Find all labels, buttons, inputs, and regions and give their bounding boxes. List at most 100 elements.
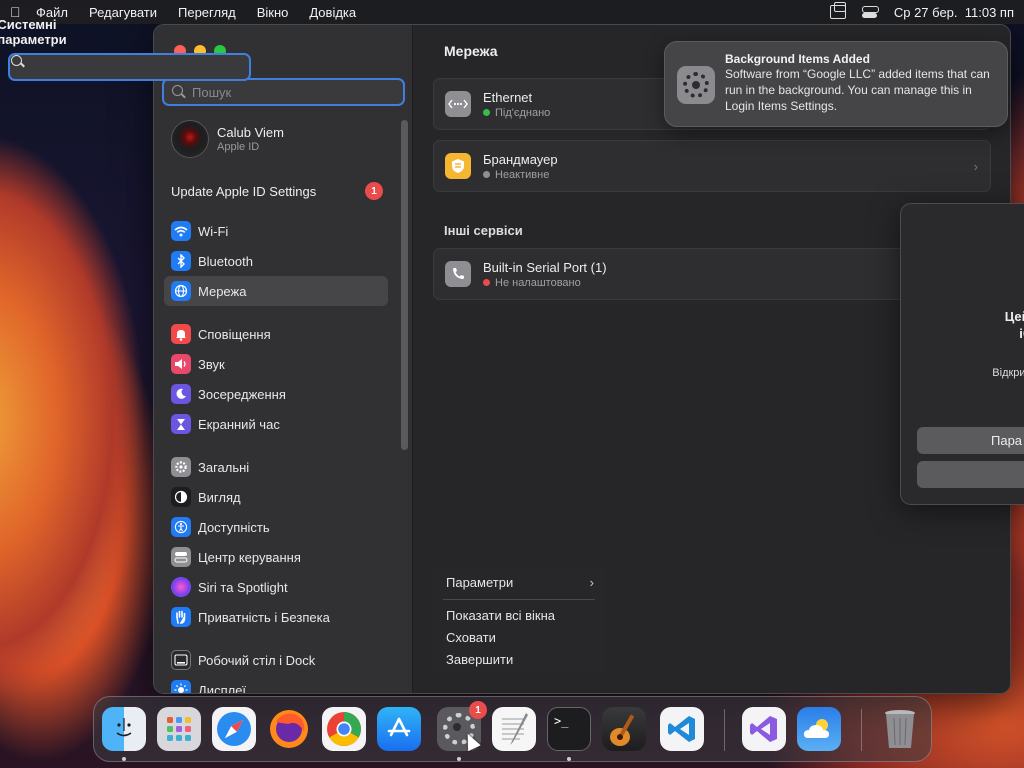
- sidebar-item-displays[interactable]: Дисплеї: [164, 675, 388, 694]
- sidebar-search[interactable]: [162, 78, 405, 106]
- trash-icon[interactable]: [878, 707, 922, 751]
- avatar: [171, 120, 209, 158]
- sidebar-item-desktop-dock[interactable]: Робочий стіл і Dock: [164, 645, 388, 675]
- sidebar-scrollbar[interactable]: [401, 120, 408, 450]
- sidebar-item-label: Мережа: [198, 283, 247, 299]
- menu-item-show-all-windows[interactable]: Показати всі вікна: [446, 608, 555, 623]
- sidebar-item-label: Центр керування: [198, 549, 301, 565]
- weather-icon[interactable]: [797, 707, 841, 751]
- sidebar-item-label: Звук: [198, 356, 225, 372]
- sidebar-item-wifi[interactable]: Wi-Fi: [164, 216, 388, 246]
- notification-body: Software from “Google LLC” added items t…: [725, 67, 990, 113]
- menu-item-quit[interactable]: Завершити: [446, 652, 513, 667]
- hourglass-icon: [171, 414, 191, 434]
- sidebar-item-label: Вигляд: [198, 489, 241, 505]
- sidebar-item-label: Приватність і Безпека: [198, 609, 330, 625]
- menu-edit[interactable]: Редагувати: [89, 5, 157, 20]
- control-center-icon[interactable]: [861, 5, 879, 19]
- menu-window[interactable]: Вікно: [257, 5, 289, 20]
- sidebar-item-sound[interactable]: Звук: [164, 349, 388, 379]
- dialog-message: Цей Mac не iCloud ч «re579: [941, 308, 1024, 359]
- notification-banner[interactable]: Background Items Added Software from “Go…: [664, 41, 1008, 127]
- search-icon: [172, 85, 186, 99]
- sidebar-item-control-center[interactable]: Центр керування: [164, 542, 388, 572]
- system-settings-icon: [677, 66, 715, 104]
- menu-app-name[interactable]: Системні параметри: [0, 10, 67, 54]
- dialog-line: Цей Mac не: [1004, 309, 1024, 324]
- finder-icon[interactable]: [102, 707, 146, 751]
- sidebar-item-screen-time[interactable]: Екранний час: [164, 409, 388, 439]
- chevron-right-icon: ›: [589, 575, 594, 590]
- dock: 1 >_: [93, 696, 932, 762]
- launchpad-icon[interactable]: [157, 707, 201, 751]
- sidebar-item-label: Зосередження: [198, 386, 286, 402]
- service-firewall[interactable]: Брандмауер Неактивне ›: [433, 140, 991, 192]
- phone-icon: [445, 261, 471, 287]
- spotlight-icon[interactable]: [8, 53, 251, 81]
- globe-icon: [171, 281, 191, 301]
- sidebar-item-network[interactable]: Мережа: [164, 276, 388, 306]
- search-input[interactable]: [192, 84, 392, 100]
- update-label: Update Apple ID Settings: [171, 183, 317, 199]
- menu-help[interactable]: Довідка: [309, 5, 356, 20]
- page-title: Мережа: [444, 43, 498, 59]
- firefox-icon[interactable]: [267, 707, 311, 751]
- dialog-line: iCloud ч: [1019, 326, 1024, 341]
- dialog-open-settings-button[interactable]: Пара: [917, 427, 1024, 454]
- dock-icon: [171, 650, 191, 670]
- vscode-icon[interactable]: [660, 707, 704, 751]
- hand-icon: [171, 607, 191, 627]
- menu-view[interactable]: Перегляд: [178, 5, 236, 20]
- screen-mirroring-icon[interactable]: [829, 2, 846, 19]
- terminal-icon[interactable]: >_: [547, 707, 591, 751]
- sidebar-item-label: Доступність: [198, 519, 270, 535]
- menu-separator: [443, 599, 595, 600]
- sidebar-item-general[interactable]: Загальні: [164, 452, 388, 482]
- sidebar-item-privacy-security[interactable]: Приватність і Безпека: [164, 602, 388, 632]
- update-badge: 1: [365, 182, 383, 200]
- menu-bar:  Системні параметри Файл Редагувати Пер…: [0, 0, 1024, 81]
- chevron-right-icon: ›: [973, 158, 978, 174]
- sidebar-item-notifications[interactable]: Сповіщення: [164, 319, 388, 349]
- sidebar-item-appearance[interactable]: Вигляд: [164, 482, 388, 512]
- sidebar-item-label: Bluetooth: [198, 253, 253, 269]
- notification-title: Background Items Added: [725, 52, 870, 66]
- safari-icon[interactable]: [212, 707, 256, 751]
- visual-studio-icon[interactable]: [742, 707, 786, 751]
- menu-item-options[interactable]: Параметри: [446, 575, 513, 590]
- sidebar-item-focus[interactable]: Зосередження: [164, 379, 388, 409]
- gear-icon: [171, 457, 191, 477]
- wifi-icon: [171, 221, 191, 241]
- sun-icon: [171, 680, 191, 693]
- sidebar-group-connectivity: Wi-Fi Bluetooth Мережа: [164, 216, 388, 306]
- sidebar-item-siri-spotlight[interactable]: Siri та Spotlight: [164, 572, 388, 602]
- sidebar-item-bluetooth[interactable]: Bluetooth: [164, 246, 388, 276]
- status-dot: [483, 279, 490, 286]
- service-name: Брандмауер: [483, 151, 558, 167]
- running-indicator: [567, 757, 571, 761]
- app-store-icon[interactable]: [377, 707, 421, 751]
- sidebar-item-label: Загальні: [198, 459, 250, 475]
- sidebar-item-label: Siri та Spotlight: [198, 579, 288, 595]
- textedit-icon[interactable]: [492, 707, 536, 751]
- service-status: Неактивне: [495, 168, 550, 181]
- garageband-icon[interactable]: [602, 707, 646, 751]
- status-dot: [483, 171, 490, 178]
- service-name: Ethernet: [483, 89, 533, 105]
- menu-item-hide[interactable]: Сховати: [446, 630, 496, 645]
- menubar-clock[interactable]: Ср 27 бер. 11:03 пп: [894, 5, 1014, 20]
- apple-id-account[interactable]: Calub Viem Apple ID: [171, 120, 284, 158]
- sidebar: Calub Viem Apple ID Update Apple ID Sett…: [154, 25, 413, 693]
- chrome-icon[interactable]: [322, 707, 366, 751]
- speaker-icon: [171, 354, 191, 374]
- service-status: Не налаштовано: [495, 276, 581, 289]
- sidebar-item-label: Wi-Fi: [198, 223, 229, 239]
- update-apple-id-settings[interactable]: Update Apple ID Settings 1: [171, 182, 383, 200]
- dialog-secondary-button[interactable]: [917, 461, 1024, 488]
- dialog-line: «re579: [941, 342, 1024, 359]
- toggles-icon: [171, 547, 191, 567]
- sidebar-item-accessibility[interactable]: Доступність: [164, 512, 388, 542]
- ethernet-icon: [445, 91, 471, 117]
- sidebar-item-label: Дисплеї: [198, 682, 247, 694]
- bell-icon: [171, 324, 191, 344]
